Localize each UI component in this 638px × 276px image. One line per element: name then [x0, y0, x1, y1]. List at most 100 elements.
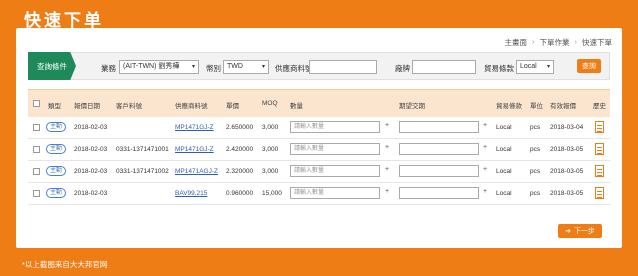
vendor-label: 廠牌: [395, 64, 410, 73]
unit: pcs: [530, 146, 541, 153]
expected-date-input[interactable]: [399, 121, 479, 133]
expected-date-input[interactable]: [399, 143, 479, 155]
customer-part: 0331-1371471002: [116, 168, 169, 175]
plus-icon[interactable]: +: [385, 122, 389, 129]
select-all-checkbox[interactable]: [33, 100, 40, 107]
history-icon[interactable]: [595, 187, 604, 199]
plus-icon[interactable]: +: [483, 122, 487, 129]
unit-price: 2.320000: [226, 168, 254, 175]
footnote: *以上截图来自大大邦官网: [22, 260, 108, 269]
supplier-part-link[interactable]: MP1471GJ-Z: [175, 146, 214, 153]
supplier-part-link[interactable]: MP1471GJ-Z: [175, 124, 214, 131]
trade-terms: Local: [496, 146, 512, 153]
trade-terms-select[interactable]: Local ▾: [516, 60, 554, 74]
row-checkbox[interactable]: [33, 146, 40, 153]
customer-part: 0331-1371471001: [116, 146, 169, 153]
header-valid-date: 有效報價: [550, 103, 576, 110]
header-trade-terms: 貿易條款: [496, 103, 522, 110]
breadcrumb-order[interactable]: 下單作業: [540, 37, 570, 48]
supplier-part-link[interactable]: BAV99,215: [175, 190, 207, 197]
business-select[interactable]: (AIT-TWN) 劉秀樺 ▾: [119, 60, 199, 74]
quantity-input[interactable]: 請輸入數量: [290, 143, 380, 155]
table-row: 主動 2018-02-03 0331-1371471001 MP1471GJ-Z…: [28, 139, 610, 161]
chevron-right-icon: ›: [574, 37, 578, 46]
currency-select[interactable]: TWD ▾: [223, 60, 269, 74]
plus-icon[interactable]: +: [483, 188, 487, 195]
header-history: 歷史: [593, 103, 606, 110]
valid-date: 2018-03-05: [550, 168, 584, 175]
history-icon[interactable]: [595, 143, 604, 155]
type-badge: 主動: [46, 122, 66, 132]
header-supplier-part: 供應商料號: [175, 103, 208, 110]
unit: pcs: [530, 168, 541, 175]
filter-tab: 查詢條件: [28, 52, 76, 80]
header-expected-date: 期望交期: [399, 103, 425, 110]
trade-terms: Local: [496, 124, 512, 131]
unit-price: 0.960000: [226, 190, 254, 197]
plus-icon[interactable]: +: [385, 166, 389, 173]
type-badge: 主動: [46, 166, 66, 176]
vendor-input[interactable]: [412, 60, 476, 74]
unit-price: 2.420000: [226, 146, 254, 153]
plus-icon[interactable]: +: [385, 188, 389, 195]
trade-terms: Local: [496, 168, 512, 175]
header-moq: MOQ: [262, 100, 278, 107]
history-icon[interactable]: [595, 165, 604, 177]
quote-date: 2018-02-03: [74, 168, 108, 175]
supplier-part-input[interactable]: [309, 60, 377, 74]
row-checkbox[interactable]: [33, 124, 40, 131]
quantity-input[interactable]: 請輸入數量: [290, 187, 380, 199]
moq: 3,000: [262, 146, 279, 153]
table-row: 主動 2018-02-03 MP1471GJ-Z 2.650000 3,000 …: [28, 117, 610, 139]
currency-label: 幣別: [206, 64, 221, 73]
type-badge: 主動: [46, 144, 66, 154]
table-header: 類型 報價日期 客戶料號 供應商料號 單價 MOQ 數量 期望交期 貿易條款 單…: [28, 89, 610, 117]
header-customer-part: 客戶料號: [116, 103, 142, 110]
valid-date: 2018-03-05: [550, 190, 584, 197]
quote-date: 2018-02-03: [74, 146, 108, 153]
table-row: 主動 2018-02-03 BAV99,215 0.960000 15,000 …: [28, 183, 610, 205]
order-card: 主畫面 › 下單作業 › 快速下單 查詢條件 業務 (AIT-TWN) 劉秀樺 …: [16, 28, 622, 248]
arrow-right-icon: ➜: [565, 228, 571, 235]
expected-date-input[interactable]: [399, 187, 479, 199]
caret-down-icon: ▾: [546, 64, 550, 70]
unit: pcs: [530, 190, 541, 197]
history-icon[interactable]: [595, 121, 604, 133]
quote-date: 2018-02-03: [74, 124, 108, 131]
breadcrumb-home[interactable]: 主畫面: [505, 37, 528, 48]
table-row: 主動 2018-02-03 0331-1371471002 MP1471AGJ-…: [28, 161, 610, 183]
quantity-input[interactable]: 請輸入數量: [290, 165, 380, 177]
chevron-right-icon: ›: [532, 37, 535, 46]
moq: 15,000: [262, 190, 282, 197]
breadcrumb-current: 快速下單: [582, 38, 612, 47]
quantity-input[interactable]: 請輸入數量: [290, 121, 380, 133]
next-step-label: 下一步: [573, 228, 595, 235]
moq: 3,000: [262, 168, 279, 175]
unit: pcs: [530, 124, 541, 131]
caret-down-icon: ▾: [191, 64, 195, 70]
expected-date-input[interactable]: [399, 165, 479, 177]
header-unit-price: 單價: [226, 103, 239, 110]
currency-select-value: TWD: [227, 63, 243, 70]
trade-terms-label: 貿易條款: [484, 64, 514, 73]
row-checkbox[interactable]: [33, 168, 40, 175]
plus-icon[interactable]: +: [385, 144, 389, 151]
plus-icon[interactable]: +: [483, 144, 487, 151]
caret-down-icon: ▾: [261, 64, 265, 70]
moq: 3,000: [262, 124, 279, 131]
unit-price: 2.650000: [226, 124, 254, 131]
row-checkbox[interactable]: [33, 190, 40, 197]
type-badge: 主動: [46, 188, 66, 198]
business-label: 業務: [101, 64, 116, 73]
quote-date: 2018-02-03: [74, 190, 108, 197]
business-select-value: (AIT-TWN) 劉秀樺: [123, 63, 180, 70]
header-type: 類型: [48, 103, 61, 110]
search-button[interactable]: 查詢: [577, 59, 601, 73]
supplier-part-link[interactable]: MP1471AGJ-Z: [175, 168, 218, 175]
filter-bar: 查詢條件 業務 (AIT-TWN) 劉秀樺 ▾ 幣別 TWD ▾ 供應商料號 廠…: [28, 52, 610, 80]
plus-icon[interactable]: +: [483, 166, 487, 173]
next-step-button[interactable]: ➜ 下一步: [558, 224, 602, 238]
valid-date: 2018-03-05: [550, 146, 584, 153]
trade-terms: Local: [496, 190, 512, 197]
header-unit: 單位: [530, 103, 543, 110]
